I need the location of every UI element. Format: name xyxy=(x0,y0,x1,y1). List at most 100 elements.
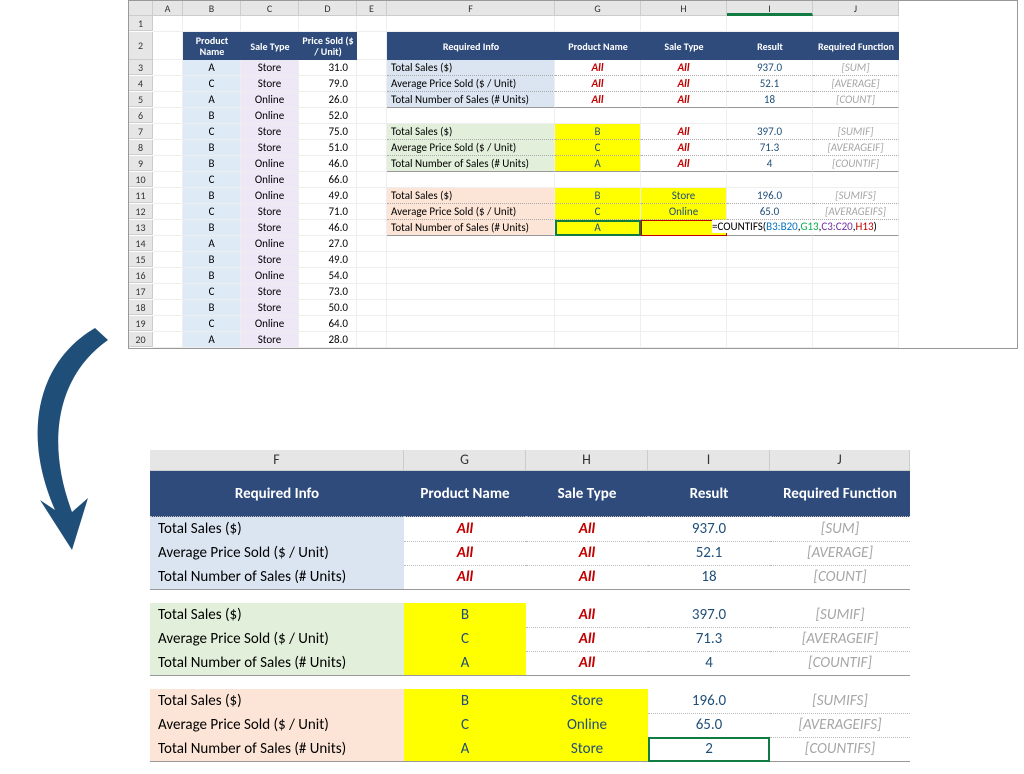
col-F[interactable]: F xyxy=(387,1,555,16)
cell-crit-saletype[interactable]: All xyxy=(526,603,648,628)
cell-product[interactable]: A xyxy=(183,60,241,76)
cell-product[interactable]: B xyxy=(183,220,241,236)
cell-info[interactable]: Average Price Sold ($ / Unit) xyxy=(387,204,555,220)
cell-product[interactable]: C xyxy=(183,316,241,332)
cell-crit-product[interactable]: All xyxy=(404,565,526,590)
cell-info[interactable]: Total Number of Sales (# Units) xyxy=(387,156,555,172)
cell-product[interactable]: A xyxy=(183,332,241,348)
cell-sale-type[interactable]: Store xyxy=(241,284,299,300)
row-num[interactable]: 9 xyxy=(129,156,153,171)
cell-crit-saletype[interactable]: Store xyxy=(526,737,648,762)
cell-price[interactable]: 46.0 xyxy=(299,156,357,172)
cell-result[interactable]: 18 xyxy=(727,92,813,108)
cell-info[interactable]: Total Number of Sales (# Units) xyxy=(150,651,404,676)
cell-crit-saletype[interactable]: Store xyxy=(526,689,648,714)
col-I[interactable]: I xyxy=(727,1,813,16)
col-J[interactable]: J xyxy=(813,1,899,16)
cell-crit-saletype[interactable]: Store xyxy=(641,188,727,204)
cell-result[interactable]: 4 xyxy=(648,651,770,676)
col-C[interactable]: C xyxy=(241,1,299,16)
row-num-2[interactable]: 2 xyxy=(129,32,153,60)
hdr-sale-type[interactable]: Sale Type xyxy=(241,32,299,60)
cell-info[interactable]: Average Price Sold ($ / Unit) xyxy=(387,140,555,156)
row-num[interactable]: 5 xyxy=(129,92,153,107)
cell-product[interactable]: B xyxy=(183,108,241,124)
cell-result[interactable]: 397.0 xyxy=(727,124,813,140)
cell-info[interactable]: Total Sales ($) xyxy=(387,60,555,76)
cell-crit-product[interactable]: C xyxy=(404,713,526,738)
hdr-product-name[interactable]: Product Name xyxy=(183,32,241,60)
bcol-G[interactable]: G xyxy=(404,450,526,471)
cell-function[interactable]: [SUMIF] xyxy=(770,603,910,628)
corner-cell[interactable] xyxy=(129,1,153,16)
cell-function[interactable]: [COUNT] xyxy=(770,565,910,590)
cell-info[interactable]: Total Number of Sales (# Units) xyxy=(387,220,555,236)
col-B[interactable]: B xyxy=(183,1,241,16)
cell-product[interactable]: C xyxy=(183,204,241,220)
cell-price[interactable]: 51.0 xyxy=(299,140,357,156)
hdr-price-sold[interactable]: Price Sold ($ / Unit) xyxy=(299,32,357,60)
row-num[interactable]: 7 xyxy=(129,124,153,139)
col-H[interactable]: H xyxy=(641,1,727,16)
cell-result[interactable]: 18 xyxy=(648,565,770,590)
formula-bar-inline[interactable]: =COUNTIFS(B3:B20,G13,C3:C20,H13) xyxy=(712,220,877,233)
cell-product[interactable]: B xyxy=(183,156,241,172)
cell-sale-type[interactable]: Store xyxy=(241,332,299,348)
cell-crit-product[interactable]: All xyxy=(555,92,641,108)
cell-sale-type[interactable]: Store xyxy=(241,252,299,268)
cell-result[interactable]: 65.0 xyxy=(648,713,770,738)
row-num[interactable]: 11 xyxy=(129,188,153,203)
cell-info[interactable]: Total Sales ($) xyxy=(387,188,555,204)
cell-price[interactable]: 64.0 xyxy=(299,316,357,332)
cell-product[interactable]: C xyxy=(183,284,241,300)
row-num[interactable]: 17 xyxy=(129,284,153,299)
hdr-required-function[interactable]: Required Function xyxy=(813,32,899,60)
cell-info[interactable]: Total Sales ($) xyxy=(150,517,404,542)
cell-result[interactable]: 65.0 xyxy=(727,204,813,220)
hdr-required-info[interactable]: Required Info xyxy=(387,32,555,60)
bcol-I[interactable]: I xyxy=(648,450,770,471)
bhdr-required-info[interactable]: Required Info xyxy=(150,471,404,517)
cell-function[interactable]: [AVERAGEIF] xyxy=(770,627,910,652)
cell-function[interactable]: [AVERAGEIF] xyxy=(813,140,899,156)
cell-crit-product[interactable]: A xyxy=(555,156,641,172)
row-num[interactable]: 13 xyxy=(129,220,153,235)
col-A[interactable]: A xyxy=(153,1,183,16)
row-num[interactable]: 4 xyxy=(129,76,153,91)
cell-crit-saletype[interactable]: All xyxy=(526,565,648,590)
cell-price[interactable]: 49.0 xyxy=(299,188,357,204)
cell-result[interactable]: 4 xyxy=(727,156,813,172)
row-num[interactable]: 8 xyxy=(129,140,153,155)
cell-crit-product[interactable]: A xyxy=(404,737,526,762)
bhdr-result[interactable]: Result xyxy=(648,471,770,517)
row-num-1[interactable]: 1 xyxy=(129,16,153,31)
cell-price[interactable]: 26.0 xyxy=(299,92,357,108)
cell-product[interactable]: B xyxy=(183,268,241,284)
bhdr-product-name[interactable]: Product Name xyxy=(404,471,526,517)
cell-function[interactable]: [AVERAGE] xyxy=(813,76,899,92)
cell-function[interactable]: [SUMIFS] xyxy=(813,188,899,204)
cell-price[interactable]: 49.0 xyxy=(299,252,357,268)
cell-info[interactable]: Total Sales ($) xyxy=(387,124,555,140)
cell-info[interactable]: Total Number of Sales (# Units) xyxy=(150,737,404,762)
bcol-H[interactable]: H xyxy=(526,450,648,471)
cell-price[interactable]: 75.0 xyxy=(299,124,357,140)
cell-crit-product[interactable]: B xyxy=(404,603,526,628)
cell-product[interactable]: B xyxy=(183,188,241,204)
cell-function[interactable]: [COUNTIFS] xyxy=(770,737,910,762)
cell-function[interactable]: [AVERAGE] xyxy=(770,541,910,566)
cell-sale-type[interactable]: Online xyxy=(241,156,299,172)
cell-function[interactable]: [COUNTIF] xyxy=(770,651,910,676)
cell-crit-saletype[interactable]: All xyxy=(641,92,727,108)
cell-sale-type[interactable]: Online xyxy=(241,236,299,252)
cell-crit-product[interactable]: All xyxy=(404,517,526,542)
cell-info[interactable]: Total Number of Sales (# Units) xyxy=(150,565,404,590)
row-num[interactable]: 18 xyxy=(129,300,153,315)
cell-result[interactable]: 71.3 xyxy=(648,627,770,652)
cell-function[interactable]: [AVERAGEIFS] xyxy=(770,713,910,738)
col-D[interactable]: D xyxy=(299,1,357,16)
cell-crit-product[interactable]: C xyxy=(555,140,641,156)
cell-crit-saletype[interactable]: All xyxy=(641,76,727,92)
row-num[interactable]: 16 xyxy=(129,268,153,283)
cell-info[interactable]: Total Sales ($) xyxy=(150,689,404,714)
